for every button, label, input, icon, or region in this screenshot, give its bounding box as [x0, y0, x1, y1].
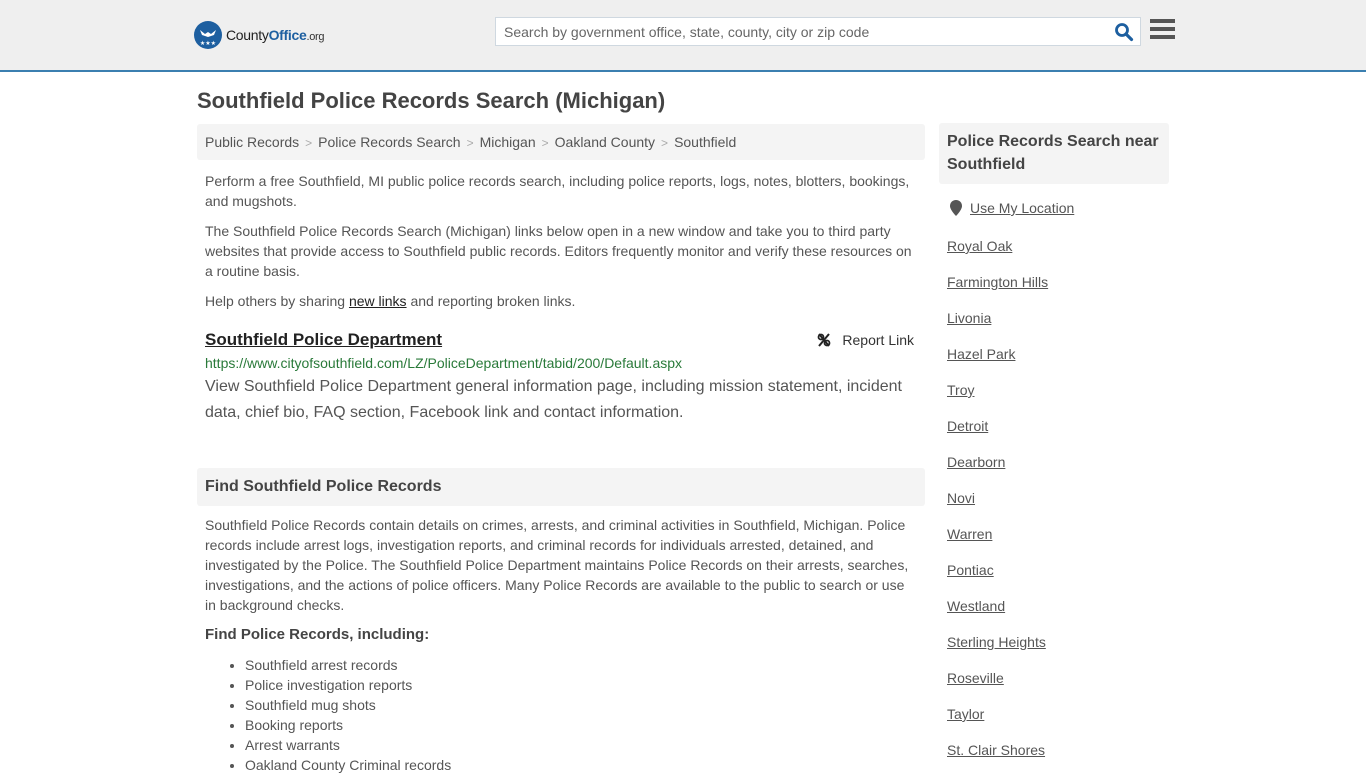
use-my-location-link[interactable]: Use My Location	[970, 200, 1074, 216]
eagle-logo-icon: ★★★	[194, 21, 222, 49]
city-link[interactable]: St. Clair Shores	[947, 740, 1048, 776]
city-link[interactable]: Detroit	[947, 416, 1048, 452]
find-records-body: Southfield Police Records contain detail…	[205, 517, 909, 613]
city-link[interactable]: Livonia	[947, 308, 1048, 344]
list-item: Arrest warrants	[245, 735, 451, 755]
city-link[interactable]: Taylor	[947, 704, 1048, 740]
svg-text:★★★: ★★★	[200, 40, 216, 47]
menu-icon-bar	[1150, 35, 1175, 39]
help-paragraph: Help others by sharing new links and rep…	[205, 293, 576, 309]
list-item: Southfield mug shots	[245, 695, 451, 715]
city-link[interactable]: Novi	[947, 488, 1048, 524]
menu-icon-bar	[1150, 27, 1175, 31]
city-link[interactable]: Roseville	[947, 668, 1048, 704]
breadcrumb-police-records-search[interactable]: Police Records Search	[318, 134, 460, 150]
list-item: Booking reports	[245, 715, 451, 735]
nearby-cities-list: Royal Oak Farmington Hills Livonia Hazel…	[947, 236, 1048, 776]
records-list: Southfield arrest records Police investi…	[245, 655, 451, 775]
breadcrumb-public-records[interactable]: Public Records	[205, 134, 299, 150]
list-item: Police investigation reports	[245, 675, 451, 695]
site-header: ★★★ CountyOffice.org	[0, 0, 1366, 72]
breadcrumb-separator: >	[661, 136, 669, 150]
result-item: Southfield Police Department Report Link…	[205, 330, 917, 426]
result-url: https://www.cityofsouthfield.com/LZ/Poli…	[205, 355, 683, 371]
search-button[interactable]	[1114, 22, 1134, 42]
broken-link-icon	[818, 333, 831, 347]
logo-text: CountyOffice.org	[226, 27, 325, 43]
menu-icon-bar	[1150, 19, 1175, 23]
map-pin-icon	[950, 200, 962, 216]
new-links-link[interactable]: new links	[349, 293, 407, 309]
report-link-button[interactable]: Report Link	[816, 332, 914, 348]
list-item: Oakland County Criminal records	[245, 755, 451, 775]
breadcrumb: Public Records > Police Records Search > Mic…	[197, 124, 925, 160]
page-title: Southfield Police Records Search (Michig…	[197, 88, 666, 113]
list-item: Southfield arrest records	[245, 655, 451, 675]
city-link[interactable]: Pontiac	[947, 560, 1048, 596]
city-link[interactable]: Sterling Heights	[947, 632, 1048, 668]
result-title-link[interactable]: Southfield Police Department	[205, 330, 442, 349]
breadcrumb-oakland-county[interactable]: Oakland County	[555, 134, 655, 150]
city-link[interactable]: Troy	[947, 380, 1048, 416]
result-description: View Southfield Police Department genera…	[205, 378, 902, 421]
breadcrumb-current: Southfield	[674, 134, 737, 150]
intro-paragraph: The Southfield Police Records Search (Mi…	[205, 223, 912, 279]
use-location: Use My Location	[950, 200, 1074, 216]
city-link[interactable]: Royal Oak	[947, 236, 1048, 272]
search-box	[495, 17, 1141, 46]
hamburger-menu-button[interactable]	[1150, 19, 1175, 43]
find-records-subheading: Find Police Records, including:	[205, 626, 430, 643]
breadcrumb-separator: >	[305, 136, 313, 150]
intro-paragraph: Perform a free Southfield, MI public pol…	[205, 173, 910, 209]
breadcrumb-separator: >	[541, 136, 549, 150]
intro-text: Perform a free Southfield, MI public pol…	[205, 171, 917, 321]
city-link[interactable]: Farmington Hills	[947, 272, 1048, 308]
search-icon	[1115, 23, 1134, 42]
city-link[interactable]: Warren	[947, 524, 1048, 560]
city-link[interactable]: Dearborn	[947, 452, 1048, 488]
find-records-heading: Find Southfield Police Records	[197, 468, 925, 506]
report-link-label: Report Link	[842, 332, 914, 348]
city-link[interactable]: Westland	[947, 596, 1048, 632]
sidebar-heading: Police Records Search near Southfield	[939, 123, 1169, 184]
breadcrumb-separator: >	[466, 136, 474, 150]
site-logo[interactable]: ★★★ CountyOffice.org	[194, 21, 325, 49]
city-link[interactable]: Hazel Park	[947, 344, 1048, 380]
search-input[interactable]	[496, 18, 1096, 45]
breadcrumb-michigan[interactable]: Michigan	[480, 134, 536, 150]
